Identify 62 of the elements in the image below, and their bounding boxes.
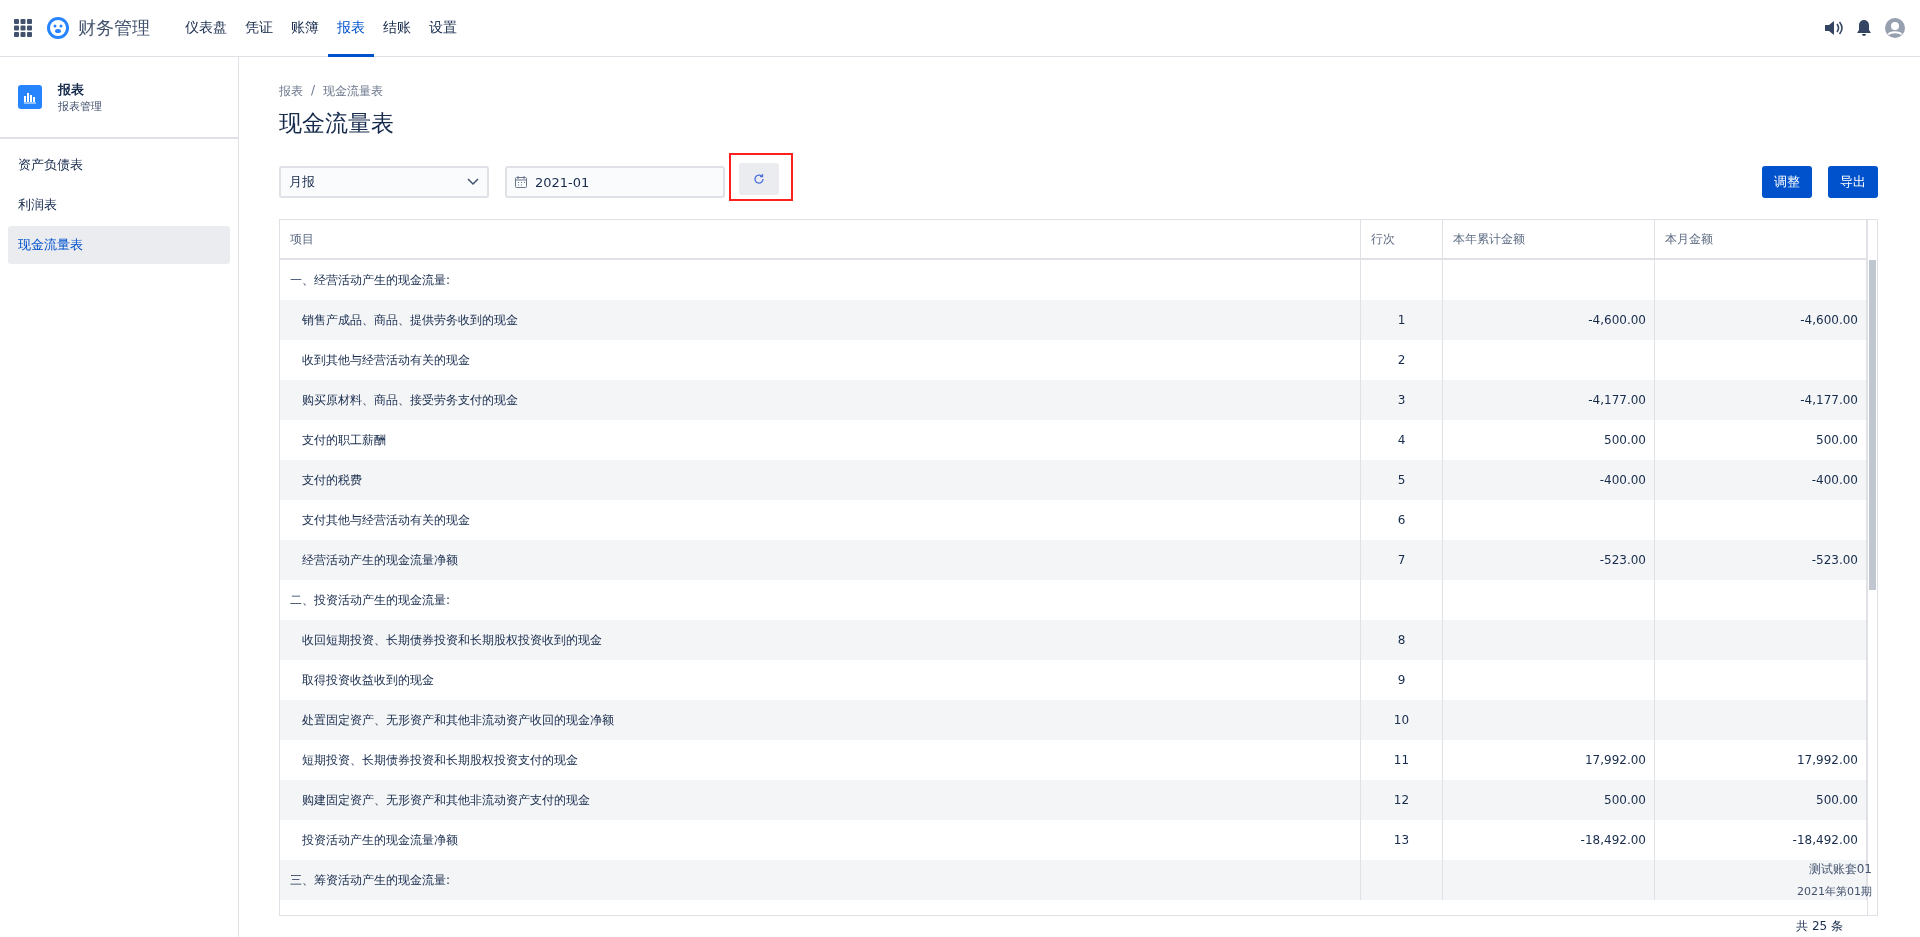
- column-header: 本月金额: [1655, 220, 1867, 260]
- app-title: 财务管理: [78, 16, 150, 40]
- line-number-cell: 3: [1361, 380, 1443, 420]
- line-number-cell: 12: [1361, 780, 1443, 820]
- item-cell: 购建固定资产、无形资产和其他非流动资产支付的现金: [280, 780, 1361, 820]
- nav-tab[interactable]: 设置: [420, 0, 466, 57]
- amount-cell: -4,177.00: [1655, 380, 1867, 420]
- line-number-cell: 7: [1361, 540, 1443, 580]
- breadcrumb-link[interactable]: 现金流量表: [323, 83, 384, 100]
- nav-tab[interactable]: 结账: [374, 0, 420, 57]
- amount-cell: -4,600.00: [1443, 300, 1655, 340]
- column-header: 项目: [280, 220, 1361, 260]
- avatar-icon[interactable]: [1884, 17, 1906, 39]
- item-cell: 支付的税费: [280, 460, 1361, 500]
- account-period: 2021年第01期: [1797, 884, 1872, 899]
- bar-chart-icon: [18, 85, 42, 109]
- nav-tab[interactable]: 账簿: [282, 0, 328, 57]
- nav-tab[interactable]: 仪表盘: [176, 0, 236, 57]
- section-cell: 三、筹资活动产生的现金流量:: [280, 860, 1361, 900]
- amount-cell: -400.00: [1655, 460, 1867, 500]
- item-cell: 经营活动产生的现金流量净额: [280, 540, 1361, 580]
- sidebar-item[interactable]: 现金流量表: [8, 226, 230, 264]
- refresh-button[interactable]: [739, 163, 779, 195]
- calendar-icon: [515, 176, 527, 188]
- column-header: 行次: [1361, 220, 1443, 260]
- sidebar-item[interactable]: 资产负债表: [8, 146, 230, 184]
- line-number-cell: 1: [1361, 300, 1443, 340]
- amount-cell: 500.00: [1655, 780, 1867, 820]
- nav-tab[interactable]: 凭证: [236, 0, 282, 57]
- bell-icon[interactable]: [1856, 19, 1872, 37]
- chevron-down-icon: [467, 178, 479, 186]
- action-button[interactable]: 调整: [1762, 166, 1812, 198]
- account-name: 测试账套01: [1808, 861, 1872, 878]
- nav-tab[interactable]: 报表: [328, 0, 374, 57]
- sidebar-subtitle: 报表管理: [58, 98, 102, 114]
- action-button[interactable]: 导出: [1828, 166, 1878, 198]
- amount-cell: -523.00: [1655, 540, 1867, 580]
- breadcrumb-separator: /: [311, 83, 316, 99]
- line-number-cell: 8: [1361, 620, 1443, 660]
- amount-cell: -523.00: [1443, 540, 1655, 580]
- sidebar-title: 报表: [58, 80, 85, 99]
- line-number-cell: 5: [1361, 460, 1443, 500]
- amount-cell: -4,177.00: [1443, 380, 1655, 420]
- item-cell: 收回短期投资、长期债券投资和长期股权投资收到的现金: [280, 620, 1361, 660]
- speaker-icon[interactable]: [1824, 19, 1844, 37]
- item-cell: 销售产成品、商品、提供劳务收到的现金: [280, 300, 1361, 340]
- amount-cell: -400.00: [1443, 460, 1655, 500]
- amount-cell: -4,600.00: [1655, 300, 1867, 340]
- refresh-icon: [753, 173, 765, 185]
- item-cell: 处置固定资产、无形资产和其他非流动资产收回的现金净额: [280, 700, 1361, 740]
- app-grid-icon[interactable]: [14, 19, 32, 37]
- column-header: 本年累计金额: [1443, 220, 1655, 260]
- period-select[interactable]: 月报: [279, 166, 489, 198]
- total-count: 共 25 条: [1796, 918, 1843, 935]
- amount-cell: 500.00: [1443, 780, 1655, 820]
- page-title: 现金流量表: [279, 109, 395, 138]
- scrollbar-thumb[interactable]: [1869, 260, 1876, 590]
- date-field[interactable]: 2021-01: [505, 166, 725, 198]
- breadcrumb-link[interactable]: 报表: [279, 83, 303, 100]
- sidebar-item[interactable]: 利润表: [8, 186, 230, 224]
- item-cell: 购买原材料、商品、接受劳务支付的现金: [280, 380, 1361, 420]
- line-number-cell: 10: [1361, 700, 1443, 740]
